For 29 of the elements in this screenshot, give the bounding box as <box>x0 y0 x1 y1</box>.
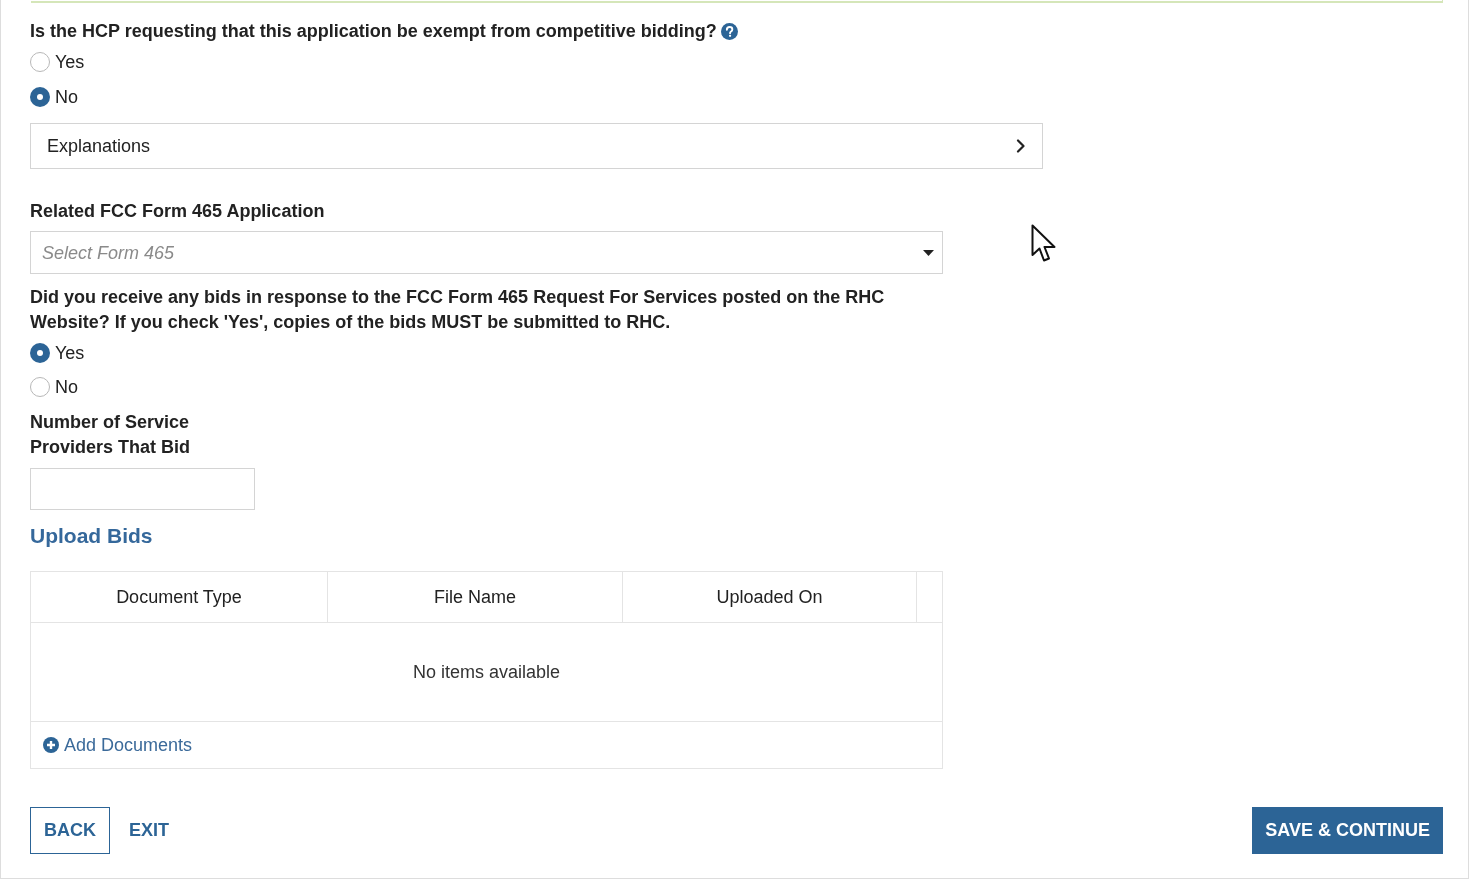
back-button[interactable]: BACK <box>30 807 110 854</box>
radio-label: No <box>55 376 78 399</box>
help-icon[interactable] <box>720 22 738 40</box>
radio-button[interactable] <box>30 377 50 397</box>
explanations-accordion[interactable]: Explanations <box>30 123 1043 169</box>
caret-down-icon <box>923 249 934 256</box>
question-text: Is the HCP requesting that this application be exempt from competitive bidding? <box>30 20 717 43</box>
add-documents-link[interactable]: Add Documents <box>43 733 193 757</box>
plus-circle-icon <box>43 737 59 753</box>
save-continue-button[interactable]: SAVE & CONTINUE <box>1252 807 1443 854</box>
input-field[interactable] <box>30 468 255 510</box>
radio-button[interactable] <box>30 51 50 72</box>
column-header: File Name <box>328 572 623 622</box>
field-label: Related FCC Form 465 Application <box>30 200 325 223</box>
column-header: Document Type <box>31 572 328 622</box>
column-header: Uploaded On <box>623 572 917 622</box>
radio-label: Yes <box>55 50 85 74</box>
radio-button[interactable] <box>30 86 50 107</box>
radio-label: Yes <box>55 342 85 365</box>
cursor-icon <box>1031 224 1057 263</box>
chevron-icon <box>1016 139 1026 153</box>
radio-button[interactable] <box>30 343 50 363</box>
section-heading: Upload Bids <box>30 523 153 549</box>
field-label: Number of Service Providers That Bid <box>30 411 192 459</box>
form-465-select[interactable]: Select Form 465 <box>30 231 943 274</box>
radio-label: No <box>55 85 78 109</box>
exit-link[interactable]: EXIT <box>129 807 169 854</box>
question-text: Did you receive any bids in response to the FCC Form 465 Request For Services posted on the RHC Website? If you check 'Yes', copies of the bids MUST be submitted to RHC. <box>30 286 886 334</box>
empty-message: No items available <box>412 661 561 684</box>
